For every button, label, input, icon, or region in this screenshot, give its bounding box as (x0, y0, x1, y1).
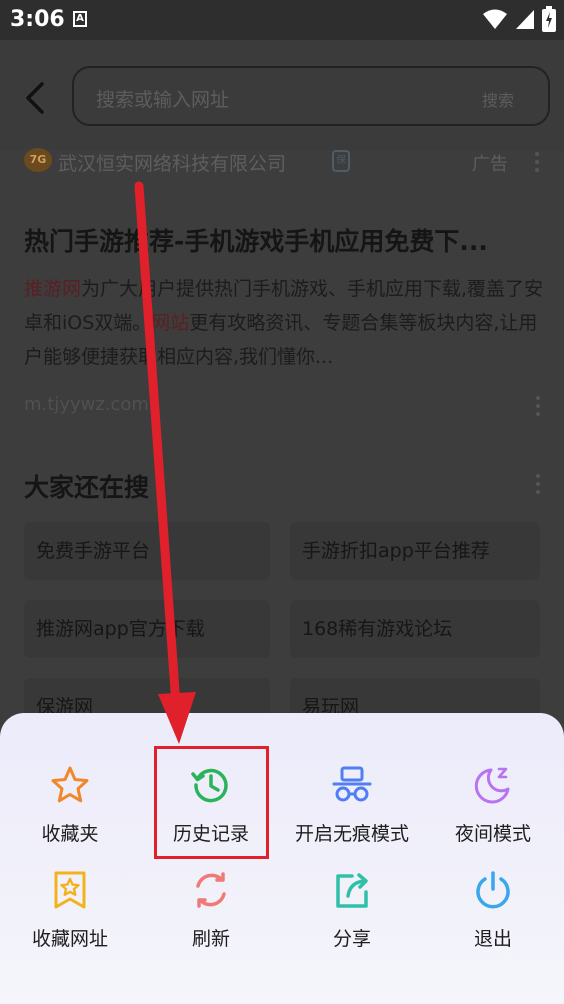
menu-label: 开启无痕模式 (294, 823, 409, 845)
bookmark-star-icon (54, 871, 86, 909)
menu-share[interactable]: 分享 (292, 870, 412, 966)
search-input[interactable]: 搜索或输入网址 搜索 (72, 66, 550, 126)
highlight-box (154, 746, 269, 859)
wifi-icon (483, 9, 507, 29)
power-icon (476, 871, 510, 909)
search-button[interactable]: 搜索 (482, 87, 514, 111)
desc-highlight-1: 推游网 (24, 278, 82, 300)
status-icons (482, 6, 556, 32)
status-time: 3:06 (10, 7, 65, 32)
battery-icon (542, 6, 556, 32)
search-suggestion[interactable]: 免费手游平台 (24, 522, 270, 580)
incognito-icon (332, 766, 372, 802)
desc-highlight-2: 网站 (151, 312, 190, 334)
ad-source-row[interactable]: 7G 武汉恒实网络科技有限公司 保 广告 (24, 148, 544, 178)
menu-label: 收藏夹 (41, 823, 99, 845)
result-description: 推游网为广大用户提供热门手机游戏、手机应用下载,覆盖了安卓和iOS双端。网站更有… (24, 272, 544, 374)
menu-label: 夜间模式 (454, 823, 531, 845)
search-suggestion[interactable]: 推游网app官方下载 (24, 600, 270, 658)
menu-bookmark-url[interactable]: 收藏网址 (10, 870, 130, 966)
also-search-more-icon[interactable] (535, 474, 541, 494)
browser-menu-sheet: 收藏夹 历史记录 开启无痕模式 夜间模式 收藏网址 刷新 分享 退出 (0, 713, 564, 1004)
menu-label: 收藏网址 (31, 928, 108, 950)
menu-incognito[interactable]: 开启无痕模式 (292, 765, 412, 861)
search-suggestion[interactable]: 168稀有游戏论坛 (290, 600, 540, 658)
result-url[interactable]: m.tjyywz.com (24, 394, 149, 415)
search-placeholder: 搜索或输入网址 (96, 89, 230, 111)
ad-company-name[interactable]: 武汉恒实网络科技有限公司 (58, 149, 286, 176)
star-icon (51, 766, 89, 803)
menu-favorites[interactable]: 收藏夹 (10, 765, 130, 861)
menu-refresh[interactable]: 刷新 (151, 870, 271, 966)
moon-icon (474, 767, 510, 804)
menu-exit[interactable]: 退出 (433, 870, 553, 966)
company-logo: 7G (24, 148, 52, 172)
search-suggestion[interactable]: 手游折扣app平台推荐 (290, 522, 540, 580)
result-title[interactable]: 热门手游推荐-手机游戏手机应用免费下... (24, 222, 488, 258)
notification-icon: A (73, 11, 87, 27)
back-arrow-icon[interactable] (22, 80, 52, 116)
menu-night-mode[interactable]: 夜间模式 (433, 765, 553, 861)
status-bar: 3:06 A (0, 0, 564, 40)
shield-badge-icon: 保 (332, 150, 350, 172)
share-icon (336, 873, 368, 908)
search-header: 搜索或输入网址 搜索 (0, 40, 564, 150)
menu-label: 分享 (332, 928, 371, 950)
refresh-icon (196, 872, 226, 908)
menu-label: 刷新 (191, 928, 230, 950)
more-options-icon[interactable] (534, 152, 540, 172)
signal-icon (516, 10, 534, 29)
ad-label: 广告 (472, 154, 508, 175)
menu-label: 退出 (473, 928, 512, 950)
also-search-title: 大家还在搜 (24, 473, 150, 502)
result-more-icon[interactable] (535, 396, 541, 416)
